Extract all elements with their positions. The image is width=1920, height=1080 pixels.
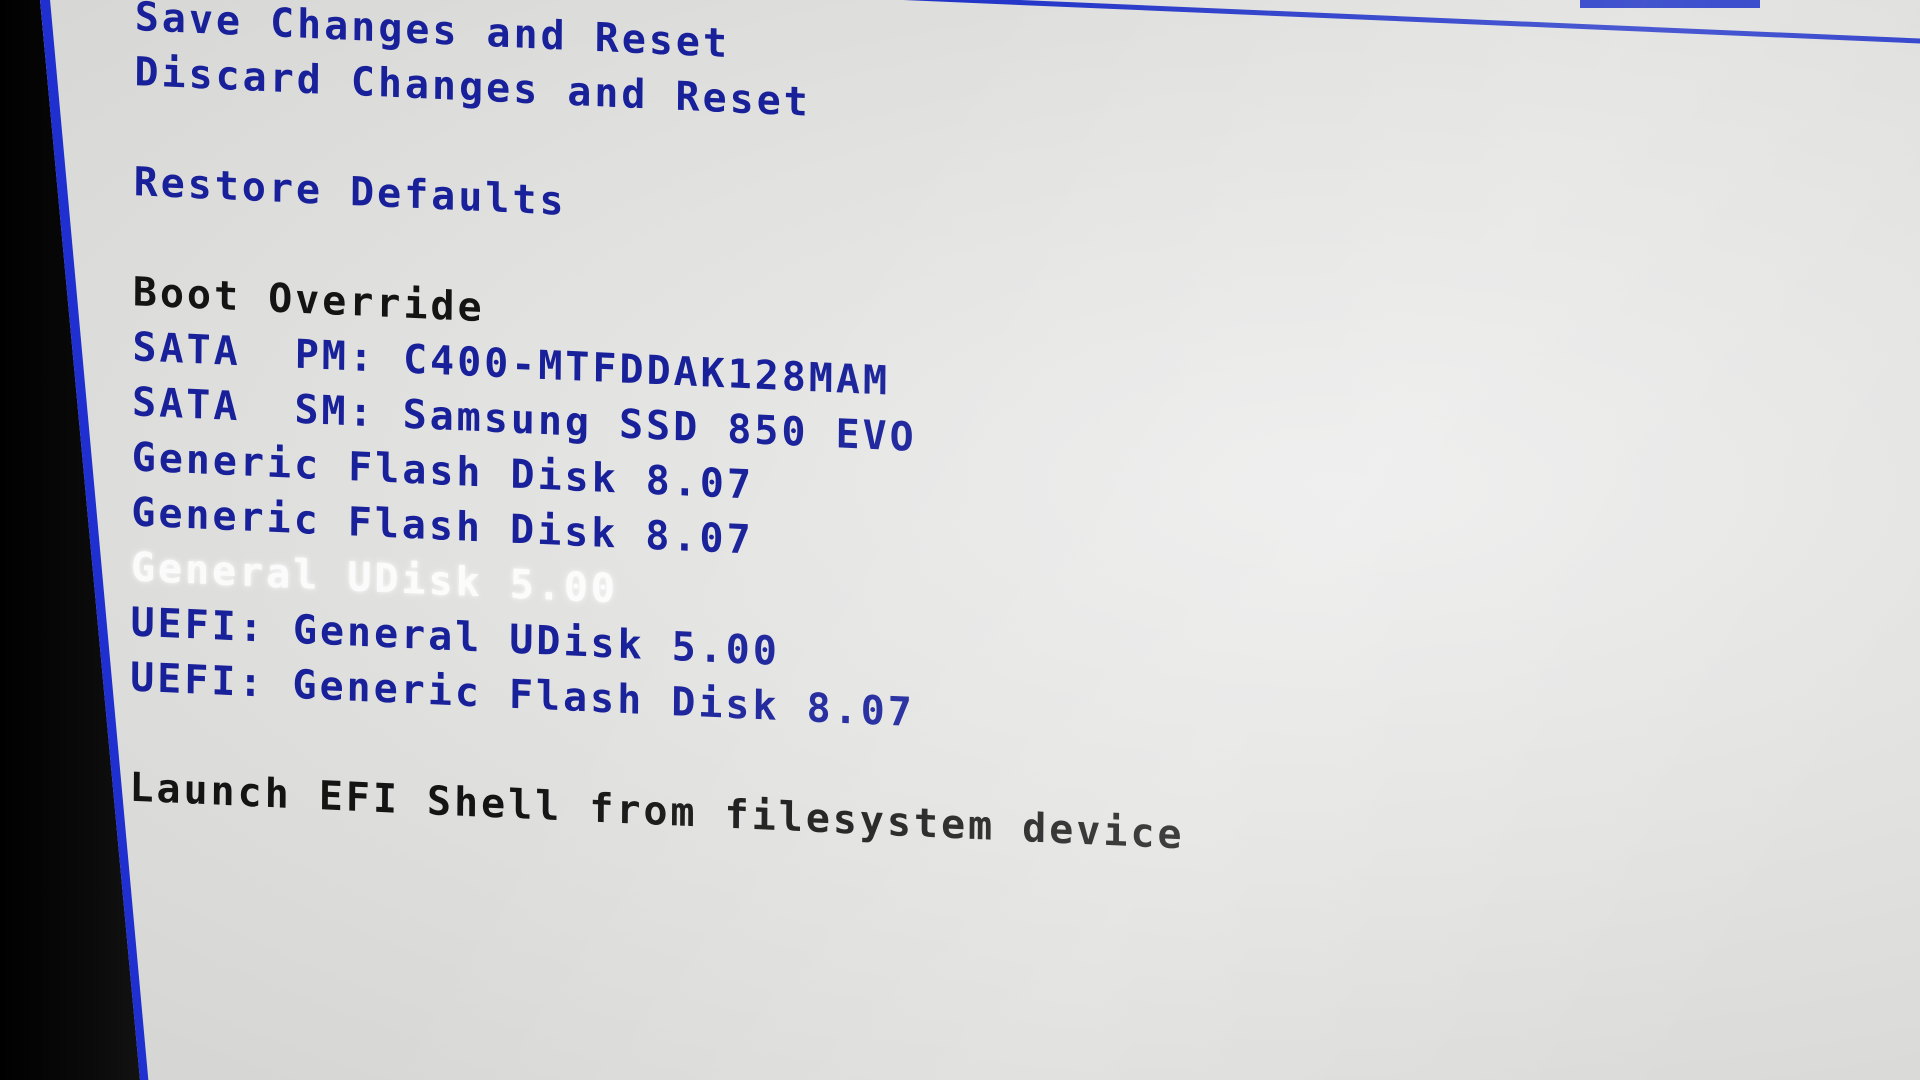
restore-defaults-item[interactable]: Restore Defaults bbox=[133, 155, 566, 230]
photo-stage: Save Changes and Reset Discard Changes a… bbox=[0, 0, 1920, 1080]
launch-efi-shell-item[interactable]: Launch EFI Shell from filesystem device bbox=[129, 761, 1185, 864]
bios-screen: Save Changes and Reset Discard Changes a… bbox=[40, 0, 1920, 1080]
header-tab-bar bbox=[1580, 0, 1760, 8]
save-exit-menu: Save Changes and Reset Discard Changes a… bbox=[129, 0, 1434, 950]
